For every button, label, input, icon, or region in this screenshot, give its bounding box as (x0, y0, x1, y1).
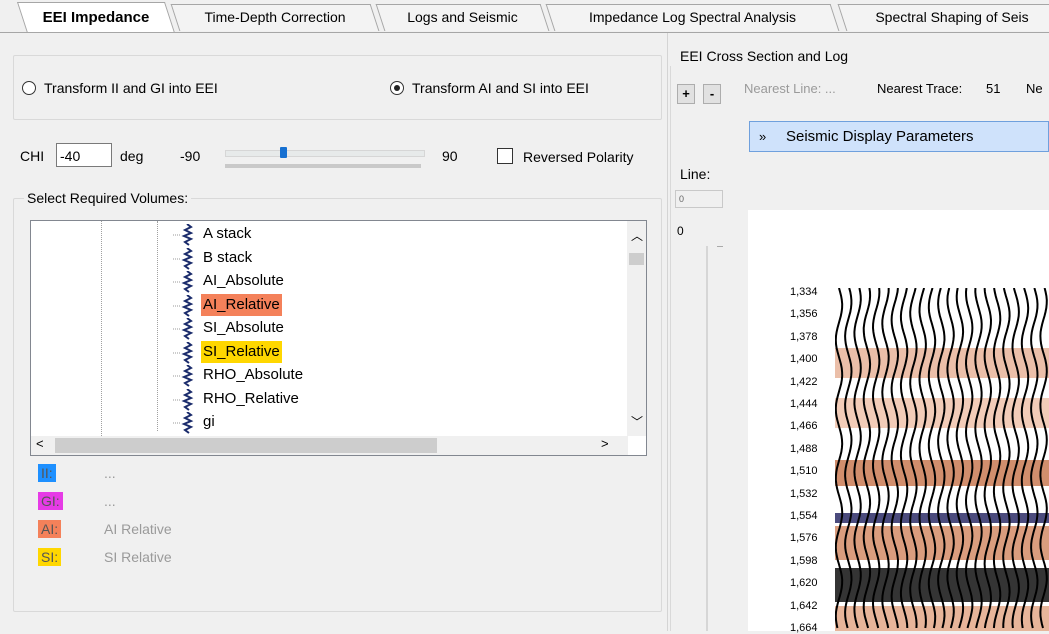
depth-tick-label: 1,422 (790, 375, 818, 388)
tab-logs-and-seismic[interactable]: Logs and Seismic (375, 4, 550, 31)
hscroll-thumb[interactable] (55, 438, 437, 453)
slider-tick-bar (225, 164, 421, 168)
depth-tick-label: 1,532 (790, 487, 818, 500)
radio-selected-icon (390, 81, 404, 95)
seismic-volume-icon (173, 223, 197, 246)
depth-tick-label: 1,466 (790, 420, 818, 433)
volume-item[interactable]: B stack (201, 247, 254, 269)
legend-value: AI Relative (104, 521, 172, 537)
chi-unit: deg (120, 148, 144, 164)
legend-value: SI Relative (104, 549, 172, 565)
depth-tick-label: 1,444 (790, 398, 818, 410)
zoom-in-button[interactable]: + (677, 84, 695, 104)
seismic-volume-icon (173, 317, 197, 340)
chi-input[interactable]: -40 (56, 143, 112, 167)
seismic-volume-icon (173, 246, 197, 270)
transform-ai-si-radio[interactable]: Transform AI and SI into EEI (390, 80, 589, 96)
depth-tick-label: 1,576 (790, 532, 818, 545)
volume-item[interactable]: AI_Absolute (201, 270, 286, 292)
depth-tick-label: 1,378 (790, 330, 818, 343)
legend-value: ... (104, 465, 116, 481)
tree-horizontal-scrollbar[interactable]: < > (31, 436, 628, 455)
zoom-out-button[interactable]: - (703, 84, 721, 104)
depth-tick-label: 1,642 (790, 599, 818, 612)
seismic-volume-icon (173, 270, 197, 293)
line-label: Line: (680, 166, 711, 182)
seismic-volume-icon (173, 293, 197, 317)
tab-time-depth-correction[interactable]: Time-Depth Correction (170, 4, 380, 31)
depth-tick-label: 1,554 (790, 510, 818, 522)
scroll-down-icon[interactable]: ﹀ (631, 413, 643, 430)
reversed-polarity-label: Reversed Polarity (523, 149, 634, 165)
line-slider-value: 0 (677, 224, 684, 238)
legend-value: ... (104, 493, 116, 509)
seismic-volume-icon (173, 364, 197, 387)
scroll-up-icon[interactable]: ︿ (631, 227, 643, 244)
tab-eei-impedance[interactable]: EEI Impedance (16, 2, 176, 33)
legend-swatch: GI: (38, 492, 63, 510)
volume-item[interactable]: AI_Relative (201, 293, 282, 316)
volume-item[interactable]: SI_Relative (201, 340, 282, 363)
line-slider-track[interactable] (706, 246, 708, 631)
depth-tick-label: 1,488 (790, 442, 818, 455)
chi-slider-track[interactable] (225, 150, 425, 157)
slider-min-label: -90 (180, 148, 201, 164)
tab-bar: EEI Impedance Time-Depth Correction Logs… (0, 0, 1049, 33)
seismic-volume-icon (173, 387, 197, 411)
tab-impedance-log-spectral-analysis[interactable]: Impedance Log Spectral Analysis (545, 4, 840, 31)
scroll-right-icon[interactable]: > (601, 436, 609, 451)
depth-tick-label: 1,356 (790, 308, 818, 321)
chi-label: CHI (20, 148, 45, 164)
double-chevron-down-icon: » (759, 129, 767, 144)
transform-ii-gi-radio[interactable]: Transform II and GI into EEI (22, 80, 218, 96)
volumes-title: Select Required Volumes: (24, 190, 192, 206)
depth-tick-label: 1,400 (790, 353, 818, 366)
seismic-display-parameters-button[interactable]: » Seismic Display Parameters (749, 121, 1049, 152)
depth-tick-label: 1,664 (790, 622, 818, 634)
tree-vertical-scrollbar[interactable]: ︿ ﹀ (627, 221, 646, 436)
depth-tick-label: 1,598 (790, 554, 818, 567)
volume-item[interactable]: A stack (201, 223, 253, 245)
volume-item[interactable]: SI_Absolute (201, 317, 286, 339)
legend-swatch: II: (38, 464, 56, 482)
radio-circle-icon (22, 81, 36, 95)
reversed-polarity-checkbox[interactable] (497, 148, 513, 164)
slider-max-label: 90 (442, 148, 458, 164)
line-input[interactable]: 0 (675, 190, 723, 208)
nearest-line: Nearest Line: ... (744, 81, 836, 96)
nearest-trace-label: Nearest Trace: (877, 81, 963, 96)
seismic-volume-icon (173, 411, 197, 434)
scroll-left-icon[interactable]: < (36, 436, 44, 451)
legend-swatch: AI: (38, 520, 62, 538)
seismic-traces (835, 288, 1049, 631)
tab-spectral-shaping[interactable]: Spectral Shaping of Seis (837, 4, 1049, 31)
scroll-thumb[interactable] (629, 253, 644, 265)
nearest-extra: Ne (1026, 81, 1043, 96)
legend-swatch: SI: (38, 548, 62, 566)
volume-item[interactable]: RHO_Relative (201, 388, 301, 410)
nearest-trace-value: 51 (986, 81, 1001, 96)
seismic-volume-icon (173, 340, 197, 364)
volume-item[interactable]: RHO_Absolute (201, 364, 305, 386)
volume-item[interactable]: gi (201, 411, 217, 433)
depth-tick-label: 1,334 (790, 286, 818, 298)
volume-tree[interactable]: A stack B stack AI_Absolute AI_Relative SI_A… (30, 220, 647, 456)
depth-tick-label: 1,510 (790, 465, 818, 478)
depth-tick-label: 1,620 (790, 577, 818, 590)
chi-slider-thumb[interactable] (279, 147, 287, 158)
cross-section-title: EEI Cross Section and Log (680, 48, 849, 64)
